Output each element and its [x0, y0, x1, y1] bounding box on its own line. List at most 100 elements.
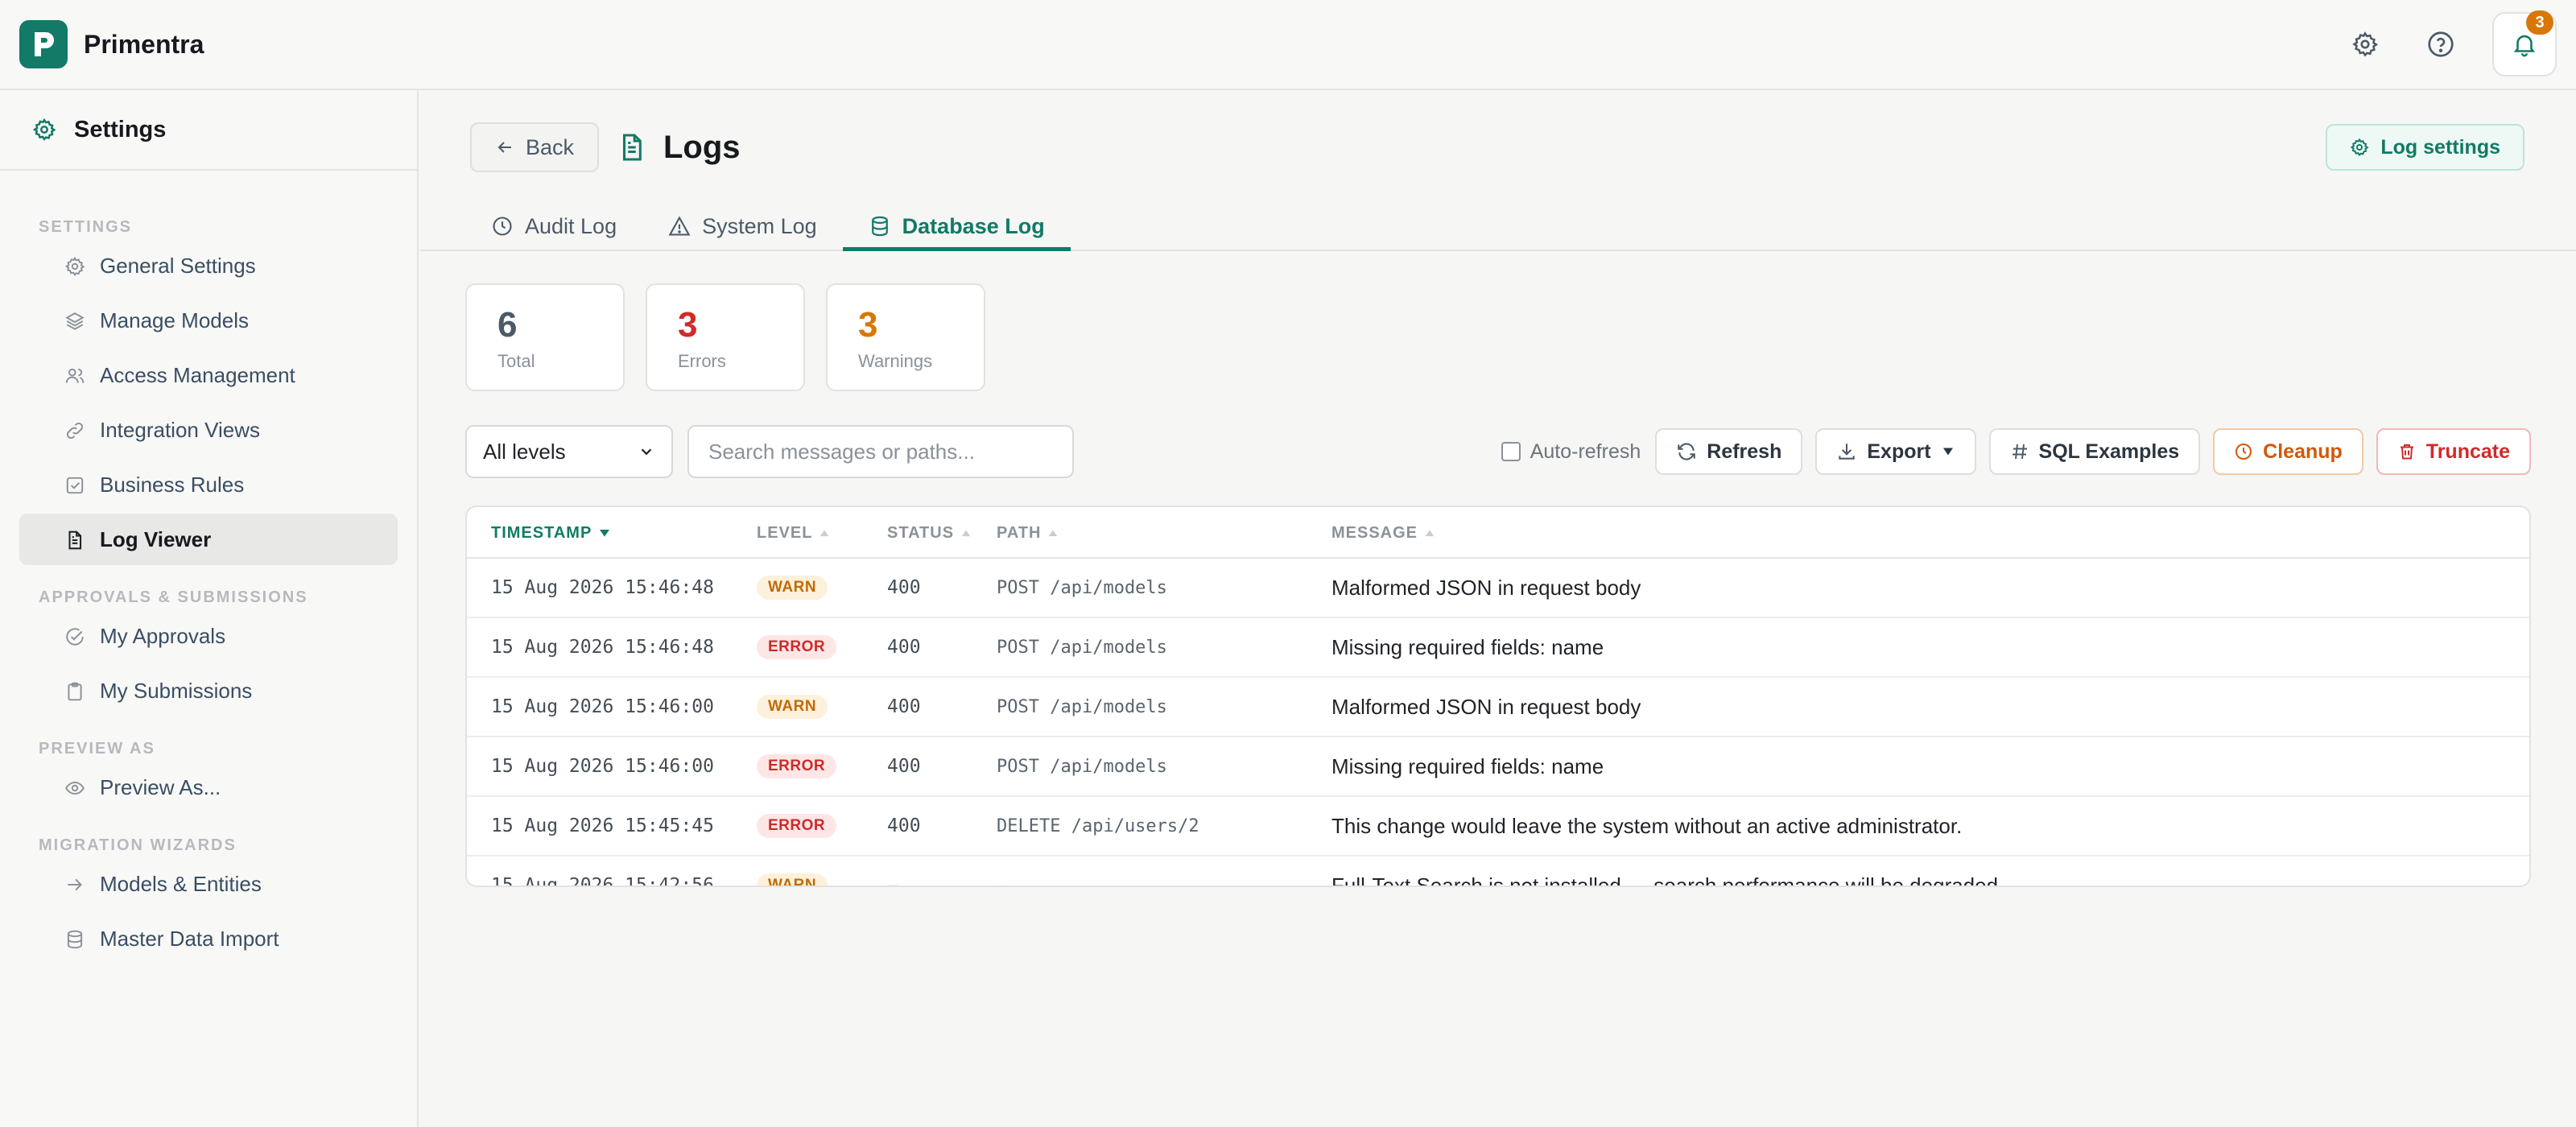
tab-audit-log[interactable]: Audit Log	[465, 203, 642, 250]
sql-examples-label: SQL Examples	[2038, 440, 2180, 463]
auto-refresh-checkbox[interactable]	[1501, 442, 1521, 461]
sidebar-item-preview-as[interactable]: Preview As...	[19, 762, 398, 813]
refresh-button[interactable]: Refresh	[1655, 428, 1803, 475]
column-header-timestamp[interactable]: TIMESTAMP	[491, 507, 611, 559]
search-input[interactable]	[687, 425, 1074, 478]
table-row[interactable]: 15 Aug 2026 15:46:00 WARN 400 POST /api/…	[467, 678, 2529, 737]
column-header-message[interactable]: MESSAGE	[1331, 507, 1435, 559]
sidebar-item-label: Business Rules	[100, 472, 245, 497]
settings-gear-icon	[32, 118, 56, 141]
sidebar-item-label: Preview As...	[100, 774, 221, 799]
settings-gear-icon[interactable]	[2341, 20, 2389, 68]
sidebar-item-business-rules[interactable]: Business Rules	[19, 459, 398, 510]
help-icon[interactable]	[2417, 20, 2465, 68]
stat-value: 6	[497, 305, 518, 345]
layers-icon	[65, 312, 85, 330]
cell-path: DELETE /api/users/2	[997, 815, 1199, 836]
tab-label: Audit Log	[525, 213, 617, 238]
sidebar-item-models-entities[interactable]: Models & Entities	[19, 858, 398, 910]
tab-system-log[interactable]: System Log	[642, 203, 843, 250]
sidebar-item-my-submissions[interactable]: My Submissions	[19, 665, 398, 716]
sidebar-section-settings: SETTINGS	[39, 218, 133, 236]
stat-value: 3	[678, 305, 698, 345]
brand-logo[interactable]	[19, 20, 68, 68]
cell-path: POST /api/models	[997, 577, 1167, 598]
sql-examples-button[interactable]: SQL Examples	[1988, 428, 2201, 475]
auto-refresh-label: Auto-refresh	[1530, 440, 1641, 463]
level-badge: ERROR	[757, 814, 837, 838]
table-row[interactable]: 15 Aug 2026 15:42:56 WARN — — Full-Text …	[467, 857, 2529, 887]
download-icon	[1839, 444, 1856, 460]
column-header-label: TIMESTAMP	[491, 523, 592, 542]
back-button[interactable]: Back	[470, 122, 599, 172]
main-content: Back Logs Log settings Audit Log System …	[420, 90, 2576, 1127]
refresh-label: Refresh	[1707, 440, 1782, 463]
stat-card-warnings: 3 Warnings	[826, 283, 985, 391]
log-settings-button[interactable]: Log settings	[2326, 124, 2524, 171]
sidebar-item-manage-models[interactable]: Manage Models	[19, 295, 398, 346]
cell-status: 400	[887, 815, 921, 836]
link-icon	[66, 422, 84, 440]
tab-label: Database Log	[902, 213, 1045, 238]
notifications-button[interactable]: 3	[2492, 10, 2557, 76]
cell-timestamp: 15 Aug 2026 15:45:45	[491, 815, 714, 836]
cell-message: This change would leave the system witho…	[1331, 813, 1963, 838]
cell-message: Missing required fields: name	[1331, 753, 1604, 778]
sidebar-item-label: My Approvals	[100, 623, 226, 648]
cell-level: WARN	[757, 678, 828, 736]
column-header-label: LEVEL	[757, 523, 813, 542]
hash-icon	[2012, 444, 2027, 460]
table-header: TIMESTAMP LEVEL STATUS PATH MESSAGE	[467, 507, 2529, 559]
tab-label: System Log	[702, 213, 817, 238]
cell-timestamp: 15 Aug 2026 15:42:56	[491, 875, 714, 887]
column-header-level[interactable]: LEVEL	[757, 507, 830, 559]
level-select[interactable]: All levels	[465, 425, 673, 478]
sidebar-title: Settings	[74, 116, 167, 142]
truncate-button[interactable]: Truncate	[2376, 428, 2531, 475]
bell-icon	[2513, 35, 2536, 57]
sidebar-item-log-viewer[interactable]: Log Viewer	[19, 514, 398, 565]
page-header: Back Logs Log settings Audit Log System …	[420, 90, 2576, 251]
cleanup-button[interactable]: Cleanup	[2213, 428, 2363, 475]
sidebar-item-label: Access Management	[100, 362, 295, 387]
clock-icon	[493, 217, 512, 236]
sidebar-item-general-settings[interactable]: General Settings	[19, 240, 398, 291]
table-row[interactable]: 15 Aug 2026 15:46:48 WARN 400 POST /api/…	[467, 559, 2529, 618]
trash-icon	[2400, 444, 2413, 460]
table-row[interactable]: 15 Aug 2026 15:46:48 ERROR 400 POST /api…	[467, 618, 2529, 678]
cell-status: 400	[887, 756, 921, 777]
column-header-label: MESSAGE	[1331, 523, 1418, 542]
table-row[interactable]: 15 Aug 2026 15:45:45 ERROR 400 DELETE /a…	[467, 797, 2529, 857]
column-header-status[interactable]: STATUS	[887, 507, 972, 559]
clock-icon	[2235, 444, 2252, 460]
cell-path: —	[997, 875, 1008, 887]
cell-timestamp: 15 Aug 2026 15:46:00	[491, 696, 714, 717]
sidebar-item-integration-views[interactable]: Integration Views	[19, 404, 398, 456]
stat-value: 3	[858, 305, 878, 345]
sidebar-item-my-approvals[interactable]: My Approvals	[19, 610, 398, 662]
cell-level: ERROR	[757, 797, 837, 855]
auto-refresh-toggle[interactable]: Auto-refresh	[1501, 440, 1641, 464]
stat-card-total: 6 Total	[465, 283, 625, 391]
sidebar-item-master-data-import[interactable]: Master Data Import	[19, 913, 398, 964]
tab-database-log[interactable]: Database Log	[842, 203, 1071, 251]
cell-path: POST /api/models	[997, 696, 1167, 717]
notification-count-badge: 3	[2526, 10, 2553, 35]
users-icon	[65, 368, 85, 383]
column-header-path[interactable]: PATH	[997, 507, 1059, 559]
warning-triangle-icon	[668, 216, 691, 236]
sidebar-item-access-management[interactable]: Access Management	[19, 349, 398, 401]
export-button[interactable]: Export	[1815, 428, 1976, 475]
sort-desc-icon	[600, 530, 610, 537]
stat-label: Total	[497, 351, 535, 371]
cell-timestamp: 15 Aug 2026 15:46:48	[491, 577, 714, 598]
cell-status: —	[887, 875, 898, 887]
table-body: 15 Aug 2026 15:46:48 WARN 400 POST /api/…	[467, 559, 2529, 887]
cell-message: Malformed JSON in request body	[1331, 575, 1641, 600]
file-text-icon	[68, 530, 82, 550]
cell-status: 400	[887, 637, 921, 658]
cell-level: WARN	[757, 559, 828, 617]
table-row[interactable]: 15 Aug 2026 15:46:00 ERROR 400 POST /api…	[467, 737, 2529, 797]
file-text-icon	[622, 134, 642, 161]
cell-timestamp: 15 Aug 2026 15:46:48	[491, 637, 714, 658]
